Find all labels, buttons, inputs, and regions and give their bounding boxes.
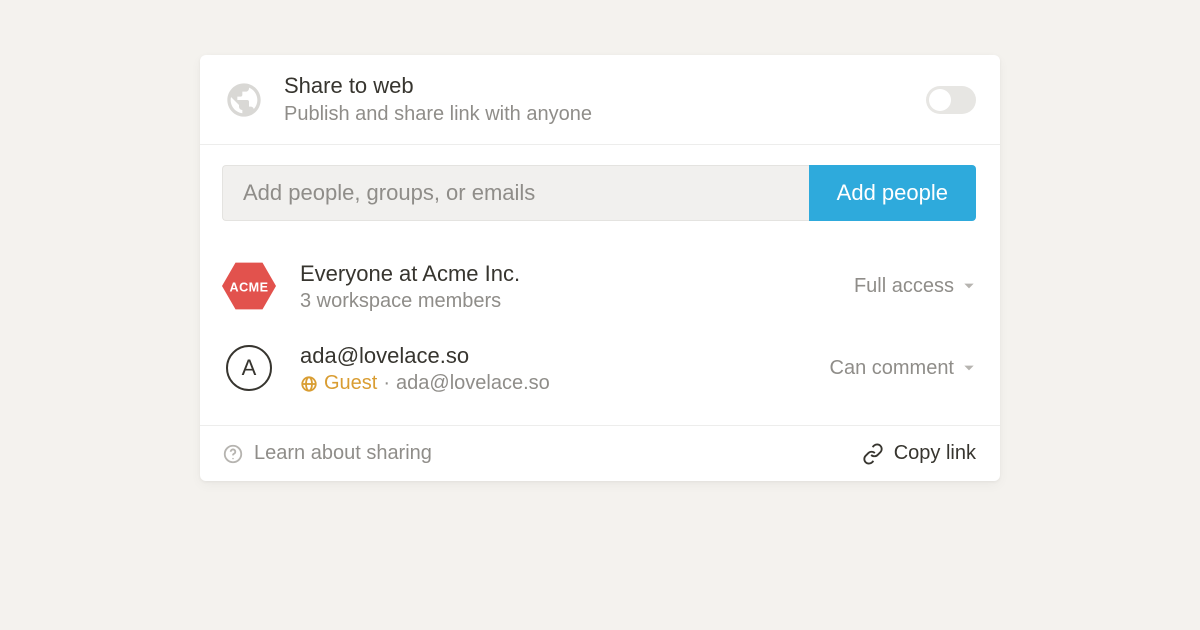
chevron-down-icon <box>962 361 976 375</box>
share-to-web-subtitle: Publish and share link with anyone <box>284 103 926 126</box>
help-icon <box>222 443 244 465</box>
panel-footer: Learn about sharing Copy link <box>200 425 1000 481</box>
globe-small-icon <box>300 375 318 393</box>
copy-link-label: Copy link <box>894 442 976 465</box>
member-info: Everyone at Acme Inc. 3 workspace member… <box>300 260 846 314</box>
guest-badge: Guest <box>324 372 377 395</box>
avatar-letter: A <box>226 345 272 391</box>
link-icon <box>862 443 884 465</box>
share-to-web-text: Share to web Publish and share link with… <box>284 73 926 126</box>
avatar: A <box>222 341 276 395</box>
globe-icon <box>222 78 266 122</box>
share-to-web-title: Share to web <box>284 73 926 99</box>
add-people-button[interactable]: Add people <box>809 165 976 221</box>
separator: · <box>383 372 390 395</box>
member-name: Everyone at Acme Inc. <box>300 260 846 288</box>
access-label: Full access <box>854 275 954 298</box>
copy-link-button[interactable]: Copy link <box>862 442 976 465</box>
member-row-guest: A ada@lovelace.so Guest · ada@lovelace.s… <box>222 327 976 409</box>
learn-about-sharing-link[interactable]: Learn about sharing <box>222 442 432 465</box>
svg-text:ACME: ACME <box>230 281 269 295</box>
share-to-web-section: Share to web Publish and share link with… <box>200 55 1000 145</box>
access-dropdown[interactable]: Full access <box>846 271 976 302</box>
learn-label: Learn about sharing <box>254 442 432 465</box>
access-dropdown[interactable]: Can comment <box>822 353 977 384</box>
acme-logo-icon: ACME <box>222 259 276 313</box>
invite-input[interactable] <box>222 165 809 221</box>
member-email: ada@lovelace.so <box>396 372 550 395</box>
share-to-web-toggle[interactable] <box>926 86 976 114</box>
member-info: ada@lovelace.so Guest · ada@lovelace.so <box>300 342 822 396</box>
member-name: ada@lovelace.so <box>300 342 822 370</box>
member-subtitle: 3 workspace members <box>300 290 846 313</box>
invite-row: Add people <box>200 145 1000 241</box>
toggle-knob <box>929 89 951 111</box>
share-panel: Share to web Publish and share link with… <box>200 55 1000 481</box>
member-subtitle: Guest · ada@lovelace.so <box>300 372 822 395</box>
chevron-down-icon <box>962 279 976 293</box>
member-row-workspace: ACME Everyone at Acme Inc. 3 workspace m… <box>222 245 976 327</box>
member-list: ACME Everyone at Acme Inc. 3 workspace m… <box>200 241 1000 425</box>
access-label: Can comment <box>830 357 955 380</box>
